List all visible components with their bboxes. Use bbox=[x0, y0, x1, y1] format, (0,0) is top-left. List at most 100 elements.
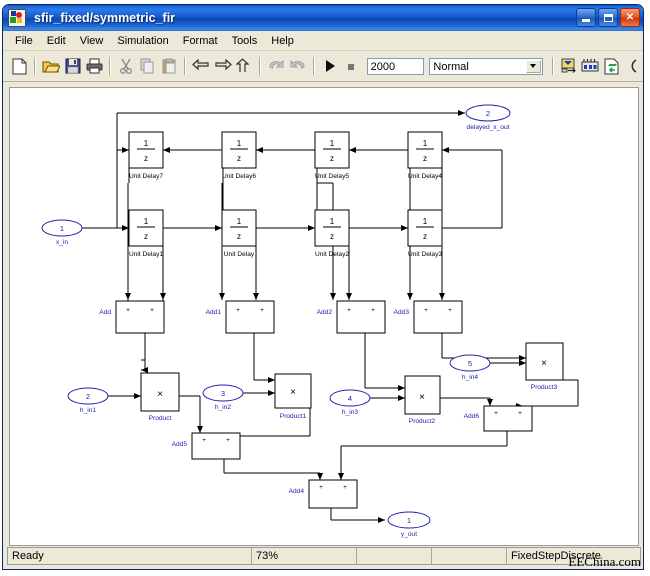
inport-x-in[interactable]: 1 x_in bbox=[41, 219, 83, 246]
svg-text:h_in1: h_in1 bbox=[80, 407, 96, 414]
svg-text:Product2: Product2 bbox=[409, 418, 436, 425]
menu-view[interactable]: View bbox=[73, 33, 111, 49]
debugger-icon[interactable] bbox=[580, 55, 600, 77]
inport-h-in2[interactable]: 3 h_in2 bbox=[202, 384, 244, 411]
svg-text:z: z bbox=[144, 154, 148, 163]
svg-text:1: 1 bbox=[237, 217, 242, 226]
block-product2[interactable]: × Product2 bbox=[404, 375, 441, 425]
simulation-mode-value: Normal bbox=[433, 60, 469, 73]
block-product[interactable]: × Product bbox=[140, 372, 180, 422]
simulation-mode-select[interactable]: Normal bbox=[429, 57, 543, 75]
toolbar-separator bbox=[313, 57, 315, 75]
block-unit-delay7[interactable]: 1 z Unit Delay7 bbox=[128, 131, 164, 180]
svg-text:Unit Delay1: Unit Delay1 bbox=[129, 251, 163, 258]
inport-h-in1[interactable]: 2 h_in1 bbox=[67, 387, 109, 414]
inport-h-in4[interactable]: 5 h_in4 bbox=[449, 354, 491, 381]
svg-text:Unit Delay5: Unit Delay5 bbox=[315, 173, 349, 180]
block-add6[interactable]: + + Add6 bbox=[464, 405, 533, 432]
svg-text:Unit Delay3: Unit Delay3 bbox=[408, 251, 442, 258]
cut-icon[interactable] bbox=[116, 55, 136, 77]
svg-text:delayed_x_out: delayed_x_out bbox=[467, 124, 510, 131]
svg-text:+: + bbox=[494, 410, 498, 417]
menu-bar: File Edit View Simulation Format Tools H… bbox=[3, 31, 643, 51]
status-cell-4 bbox=[432, 548, 507, 564]
go-up-icon[interactable] bbox=[234, 55, 254, 77]
svg-text:2: 2 bbox=[86, 392, 90, 401]
block-product3[interactable]: × Product3 bbox=[525, 342, 564, 391]
library-browser-icon[interactable] bbox=[623, 55, 643, 77]
svg-text:1: 1 bbox=[60, 224, 64, 233]
menu-simulation[interactable]: Simulation bbox=[110, 33, 175, 49]
paste-icon[interactable] bbox=[159, 55, 179, 77]
svg-text:1: 1 bbox=[330, 139, 335, 148]
svg-text:+: + bbox=[319, 484, 323, 491]
outport-y-out[interactable]: 1 y_out bbox=[387, 511, 431, 538]
copy-icon[interactable] bbox=[138, 55, 158, 77]
minimize-button[interactable] bbox=[576, 8, 596, 27]
menu-help[interactable]: Help bbox=[264, 33, 301, 49]
close-button[interactable]: ✕ bbox=[620, 8, 640, 27]
go-back-icon[interactable] bbox=[191, 55, 211, 77]
stop-simulation-icon[interactable] bbox=[341, 55, 361, 77]
svg-text:Product3: Product3 bbox=[531, 384, 558, 391]
svg-text:×: × bbox=[290, 387, 296, 398]
simulink-model-window: sfir_fixed/symmetric_fir ✕ File Edit Vie… bbox=[2, 4, 644, 570]
svg-text:Add: Add bbox=[99, 309, 111, 316]
redo-icon[interactable] bbox=[288, 55, 308, 77]
svg-text:+: + bbox=[371, 307, 375, 314]
block-add2[interactable]: + + Add2 bbox=[317, 300, 386, 334]
svg-text:h_in4: h_in4 bbox=[462, 374, 478, 381]
print-icon[interactable] bbox=[84, 55, 104, 77]
go-forward-icon[interactable] bbox=[213, 55, 233, 77]
svg-text:h_in2: h_in2 bbox=[215, 404, 231, 411]
menu-format[interactable]: Format bbox=[176, 33, 225, 49]
block-unit-delay3[interactable]: 1 z Unit Delay3 bbox=[407, 209, 443, 258]
svg-text:Unit Delay2: Unit Delay2 bbox=[315, 251, 349, 258]
update-diagram-icon[interactable] bbox=[559, 55, 579, 77]
block-add1[interactable]: + + Add1 bbox=[206, 300, 275, 334]
svg-text:Unit Delay7: Unit Delay7 bbox=[129, 173, 163, 180]
block-unit-delay6[interactable]: 1 z Unit Delay6 bbox=[221, 131, 257, 180]
new-model-icon[interactable] bbox=[9, 55, 29, 77]
svg-text:1: 1 bbox=[423, 139, 428, 148]
outport-delayed-x-out[interactable]: 2 delayed_x_out bbox=[465, 104, 511, 131]
svg-text:+: + bbox=[260, 307, 264, 314]
undo-icon[interactable] bbox=[266, 55, 286, 77]
stop-time-input[interactable]: 2000 bbox=[366, 57, 425, 75]
svg-text:Product1: Product1 bbox=[280, 413, 307, 420]
menu-edit[interactable]: Edit bbox=[40, 33, 73, 49]
simulink-icon bbox=[8, 9, 26, 27]
title-bar: sfir_fixed/symmetric_fir ✕ bbox=[3, 5, 643, 31]
zoom-level: 73% bbox=[252, 548, 357, 564]
maximize-button[interactable] bbox=[598, 8, 618, 27]
svg-text:Add3: Add3 bbox=[394, 309, 410, 316]
menu-tools[interactable]: Tools bbox=[225, 33, 265, 49]
watermark: EEChina.com bbox=[568, 554, 641, 569]
start-simulation-icon[interactable] bbox=[320, 55, 340, 77]
svg-text:3: 3 bbox=[221, 389, 225, 398]
svg-text:1: 1 bbox=[237, 139, 242, 148]
inport-h-in3[interactable]: 4 h_in3 bbox=[329, 389, 371, 416]
model-canvas[interactable]: 1 z Unit Delay7 1 z Unit Delay6 1 z Unit… bbox=[9, 87, 639, 546]
block-add4[interactable]: + + Add4 bbox=[289, 479, 358, 509]
block-add3[interactable]: + + Add3 bbox=[394, 300, 463, 334]
save-icon[interactable] bbox=[63, 55, 83, 77]
svg-text:+: + bbox=[424, 307, 428, 314]
svg-text:+: + bbox=[126, 307, 130, 314]
open-model-icon[interactable] bbox=[41, 55, 61, 77]
svg-text:z: z bbox=[237, 232, 241, 241]
block-unit-delay5[interactable]: 1 z Unit Delay5 bbox=[314, 131, 350, 180]
svg-text:z: z bbox=[144, 232, 148, 241]
block-unit-delay2[interactable]: 1 z Unit Delay2 bbox=[314, 209, 350, 258]
block-product1[interactable]: × Product1 bbox=[274, 373, 312, 420]
block-unit-delay1[interactable]: 1 z Unit Delay1 bbox=[128, 209, 164, 258]
svg-text:x_in: x_in bbox=[56, 239, 68, 246]
chevron-down-icon[interactable] bbox=[525, 59, 541, 73]
block-unit-delay[interactable]: 1 z Unit Delay bbox=[221, 209, 257, 258]
block-add[interactable]: + + Add bbox=[99, 300, 165, 334]
block-unit-delay4[interactable]: 1 z Unit Delay4 bbox=[407, 131, 443, 180]
svg-text:+: + bbox=[202, 437, 206, 444]
block-add5[interactable]: + + Add5 bbox=[172, 432, 241, 460]
menu-file[interactable]: File bbox=[8, 33, 40, 49]
model-explorer-icon[interactable] bbox=[601, 55, 621, 77]
